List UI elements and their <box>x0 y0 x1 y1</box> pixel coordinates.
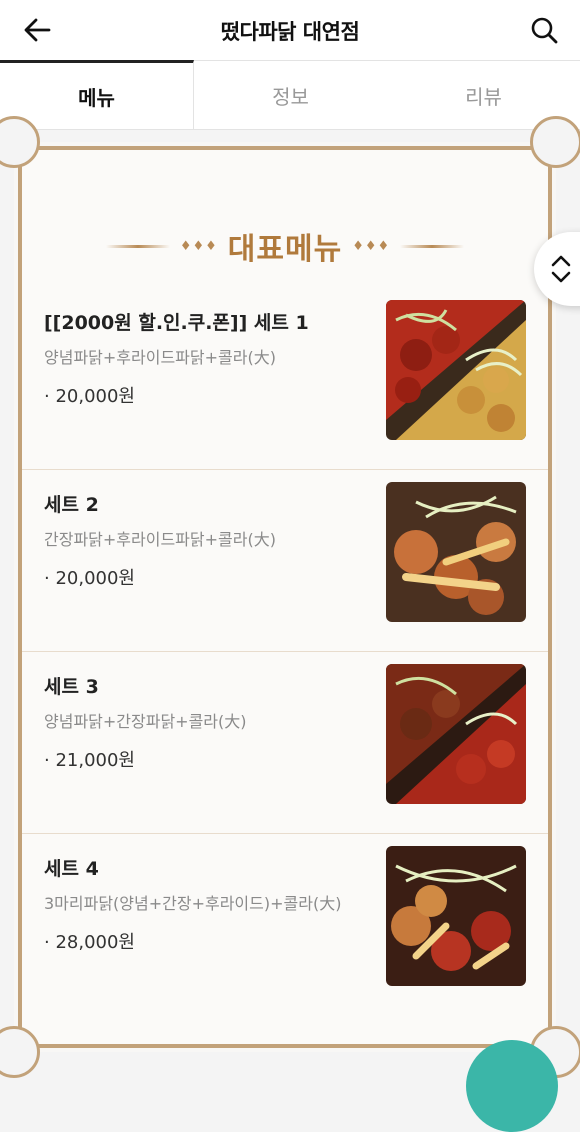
menu-item-price: · 21,000원 <box>44 750 135 771</box>
menu-item-desc: 양념파닭+간장파닭+콜라(大) <box>44 712 247 731</box>
page-title: 떴다파닭 대연점 <box>220 20 360 44</box>
app-header: 떴다파닭 대연점 <box>0 0 580 60</box>
tab-bar: 메뉴 정보 리뷰 <box>0 60 580 130</box>
menu-item[interactable]: [[2000원 할.인.쿠.폰]] 세트 1 양념파닭+후라이드파닭+콜라(大)… <box>22 288 548 470</box>
featured-menu-card: ♦♦♦ 대표메뉴 ♦♦♦ [[2000원 할.인.쿠.폰]] 세트 1 양념파닭… <box>0 116 580 1078</box>
section-title: 대표메뉴 <box>227 232 343 267</box>
menu-item-name: 세트 2 <box>44 494 99 516</box>
menu-item-image <box>386 300 526 440</box>
menu-item-desc: 3마리파닭(양념+간장+후라이드)+콜라(大) <box>44 894 342 913</box>
tab-info[interactable]: 정보 <box>194 60 387 129</box>
divider <box>400 244 465 248</box>
menu-item-price: · 20,000원 <box>44 568 135 589</box>
floating-action-button[interactable] <box>466 1040 558 1132</box>
chevron-up-down-icon <box>551 255 571 283</box>
menu-item-name: 세트 4 <box>44 858 99 880</box>
menu-item[interactable]: 세트 4 3마리파닭(양념+간장+후라이드)+콜라(大) · 28,000원 <box>22 834 548 1016</box>
search-icon <box>531 17 558 44</box>
menu-item-name: [[2000원 할.인.쿠.폰]] 세트 1 <box>44 312 309 334</box>
menu-item[interactable]: 세트 2 간장파닭+후라이드파닭+콜라(大) · 20,000원 <box>22 470 548 652</box>
corner-ornament <box>530 116 580 168</box>
menu-item-desc: 양념파닭+후라이드파닭+콜라(大) <box>44 348 276 367</box>
tab-menu[interactable]: 메뉴 <box>0 60 194 129</box>
menu-item-image <box>386 846 526 986</box>
diamond-ornament-icon: ♦♦♦ <box>179 238 218 254</box>
menu-item-image <box>386 664 526 804</box>
menu-item[interactable]: 세트 3 양념파닭+간장파닭+콜라(大) · 21,000원 <box>22 652 548 834</box>
search-button[interactable] <box>526 12 562 48</box>
menu-item-price: · 20,000원 <box>44 386 135 407</box>
menu-item-name: 세트 3 <box>44 676 99 698</box>
menu-item-desc: 간장파닭+후라이드파닭+콜라(大) <box>44 530 276 549</box>
menu-item-image <box>386 482 526 622</box>
menu-item-price: · 28,000원 <box>44 932 135 953</box>
divider <box>105 244 170 248</box>
diamond-ornament-icon: ♦♦♦ <box>352 238 391 254</box>
section-heading: ♦♦♦ 대표메뉴 ♦♦♦ <box>14 224 556 268</box>
